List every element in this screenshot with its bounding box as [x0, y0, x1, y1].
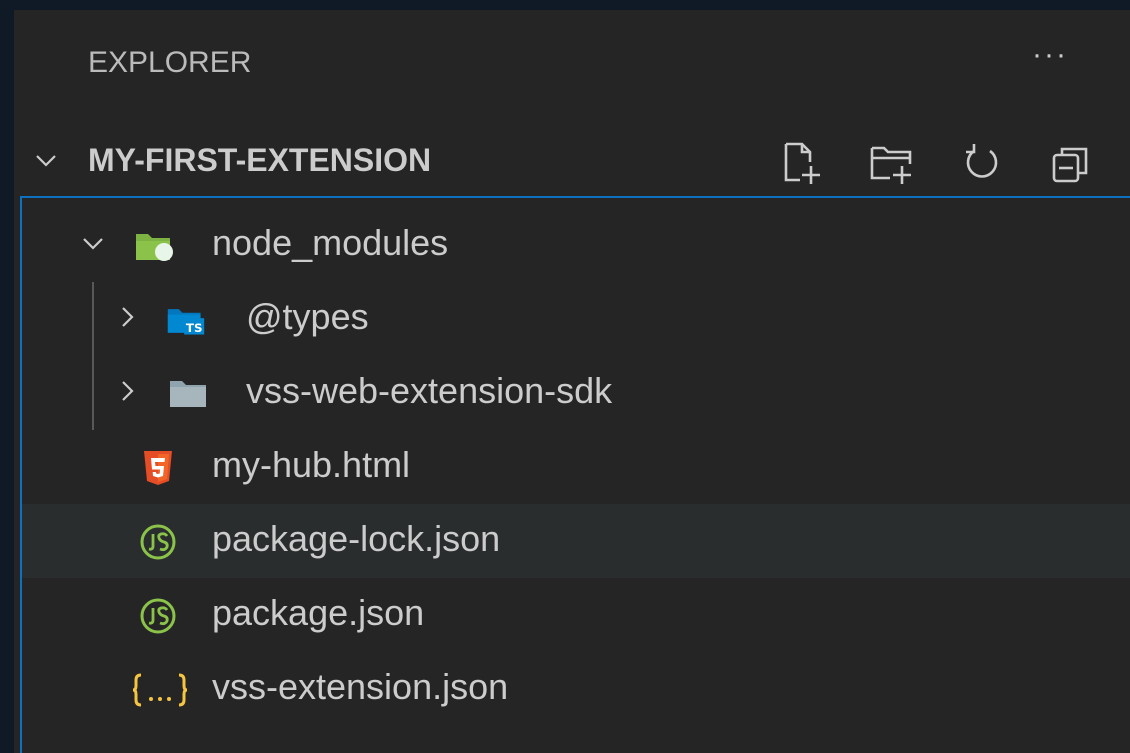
tree-item-node-modules[interactable]: node_modules	[22, 208, 1130, 282]
chevron-down-icon	[36, 155, 56, 167]
tree-item-my-hub-html[interactable]: my-hub.html	[22, 430, 1130, 504]
chevron-right-icon	[122, 307, 134, 327]
file-tree: node_modules TS @types vss-web-extension…	[20, 196, 1130, 753]
tree-item-label: @types	[246, 296, 369, 337]
collapse-all-icon	[1052, 147, 1088, 183]
tree-item-vss-web-extension-sdk[interactable]: vss-web-extension-sdk	[22, 356, 1130, 430]
explorer-panel: EXPLORER ··· MY-FIRST-EXTENSION node_mod…	[14, 10, 1130, 753]
chevron-down-icon	[83, 238, 103, 250]
workspace-title: MY-FIRST-EXTENSION	[88, 142, 432, 178]
json-icon	[130, 670, 190, 710]
collapse-all-button[interactable]	[1044, 138, 1100, 188]
ts-folder-icon: TS	[166, 300, 206, 340]
new-folder-icon	[870, 146, 912, 184]
tree-item-package-lock-json[interactable]: package-lock.json	[22, 504, 1130, 578]
tree-item-label: my-hub.html	[212, 444, 411, 485]
new-file-icon	[784, 142, 820, 184]
folder-icon	[168, 374, 208, 414]
tree-item-label: node_modules	[212, 222, 449, 263]
refresh-icon	[966, 144, 998, 178]
workspace-section-header[interactable]: MY-FIRST-EXTENSION	[14, 130, 1130, 194]
tree-item-label: package.json	[212, 592, 425, 633]
node-folder-icon	[134, 226, 174, 266]
tree-item-vss-extension-json[interactable]: vss-extension.json	[22, 652, 1130, 726]
more-actions-button[interactable]: ···	[1024, 40, 1076, 80]
html5-icon	[138, 448, 178, 488]
nodejs-icon	[138, 522, 178, 562]
new-file-button[interactable]	[774, 138, 830, 188]
tree-item-types[interactable]: TS @types	[22, 282, 1130, 356]
chevron-right-icon	[122, 381, 134, 401]
tree-item-package-json[interactable]: package.json	[22, 578, 1130, 652]
explorer-title: EXPLORER	[88, 46, 252, 79]
nodejs-icon	[138, 596, 178, 636]
tree-item-label: package-lock.json	[212, 518, 501, 559]
section-actions	[774, 138, 1100, 188]
new-folder-button[interactable]	[864, 138, 920, 188]
explorer-header: EXPLORER ···	[14, 10, 1130, 120]
tree-item-label: vss-web-extension-sdk	[246, 370, 613, 411]
refresh-button[interactable]	[954, 138, 1010, 188]
svg-text:TS: TS	[186, 321, 203, 335]
tree-item-label: vss-extension.json	[212, 666, 509, 707]
